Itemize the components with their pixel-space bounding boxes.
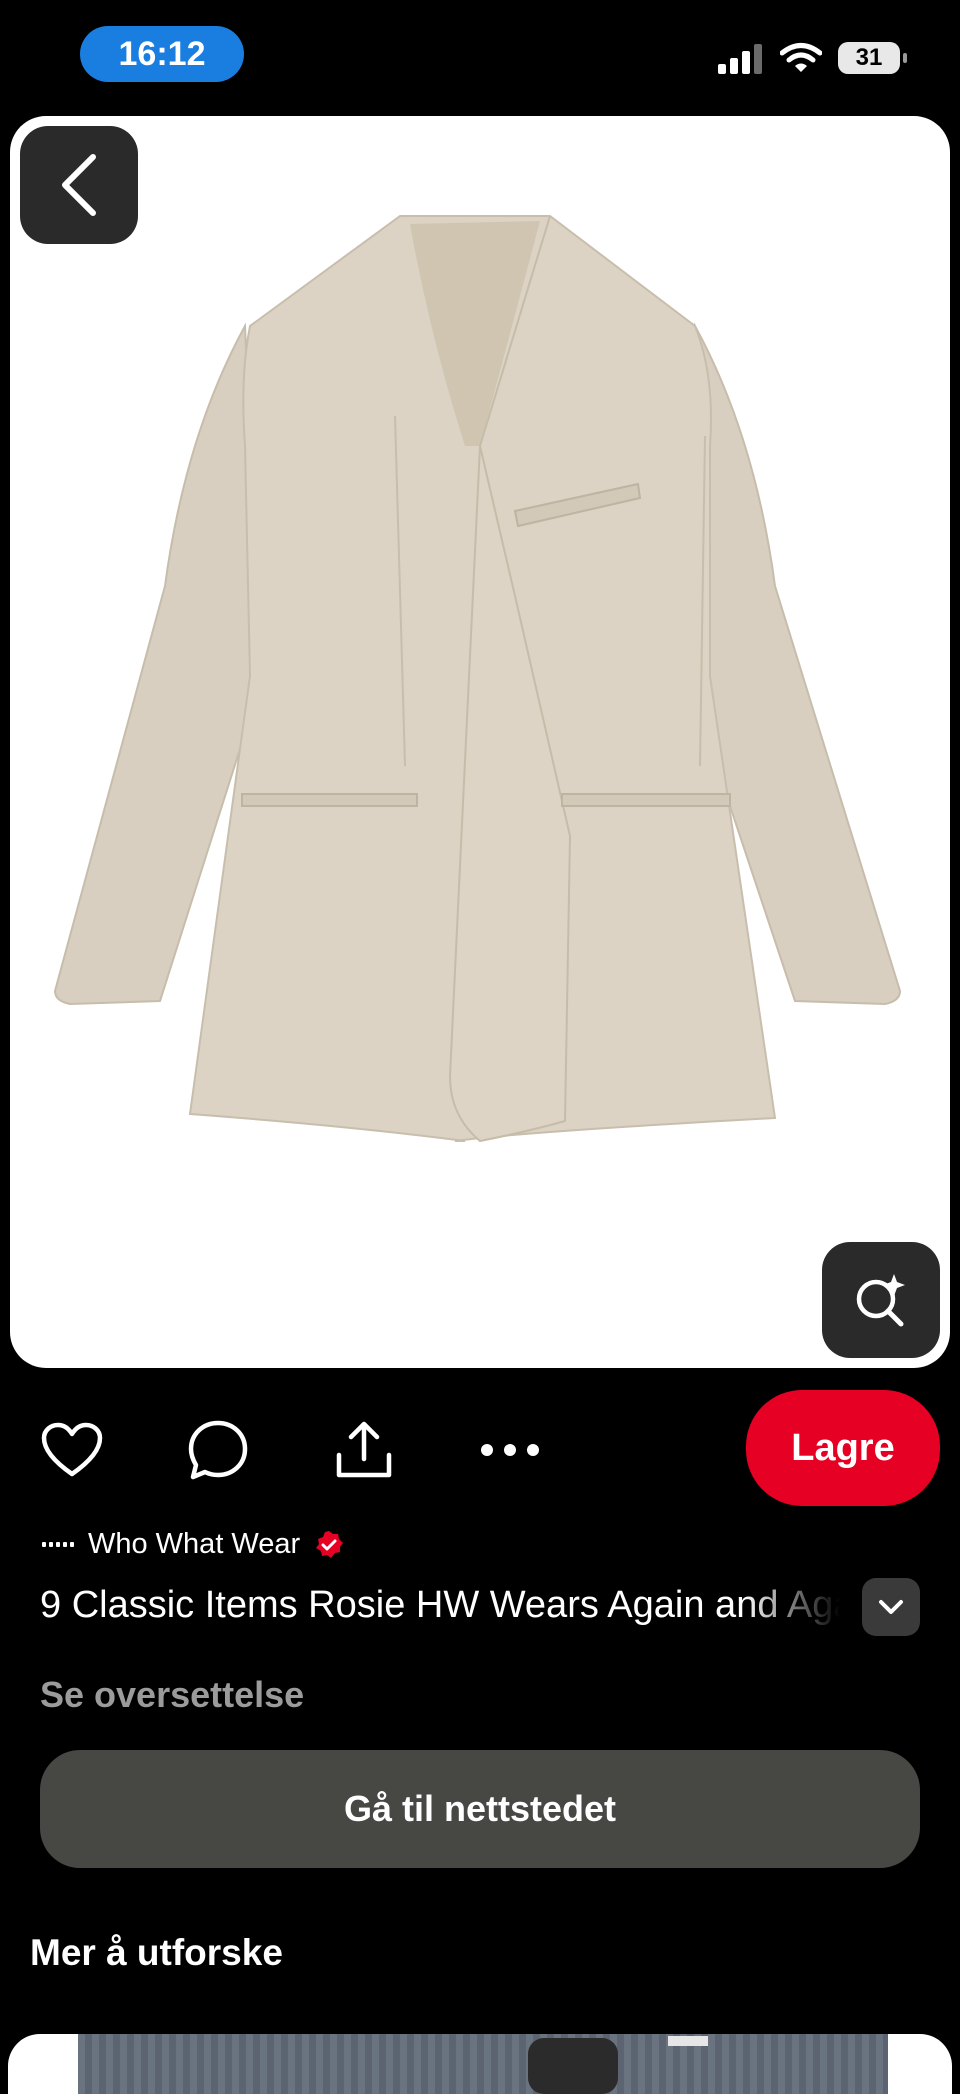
chevron-left-icon — [62, 154, 96, 216]
comment-icon — [188, 1420, 248, 1480]
source-logo-icon — [42, 1540, 74, 1550]
visual-search-button[interactable] — [822, 1242, 940, 1358]
status-icons: 31 — [718, 40, 907, 76]
expand-title-button[interactable] — [862, 1578, 920, 1636]
battery-icon: 31 — [838, 42, 907, 74]
comment-button[interactable] — [182, 1414, 254, 1486]
pin-source[interactable]: Who What Wear — [42, 1528, 344, 1561]
visit-website-button[interactable]: Gå til nettstedet — [40, 1750, 920, 1868]
status-time: 16:12 — [80, 26, 244, 82]
share-icon — [336, 1421, 392, 1478]
visual-search-icon — [856, 1274, 905, 1327]
save-button[interactable]: Lagre — [746, 1390, 940, 1506]
action-row — [36, 1414, 620, 1486]
signal-icon — [718, 44, 762, 74]
more-icon — [481, 1444, 539, 1456]
pin-title: 9 Classic Items Rosie HW Wears Again and… — [40, 1584, 840, 1626]
translate-link[interactable]: Se oversettelse — [40, 1674, 304, 1716]
like-button[interactable] — [36, 1414, 108, 1486]
verified-icon — [316, 1530, 344, 1558]
related-pin-preview[interactable] — [8, 2034, 952, 2094]
chevron-down-icon — [879, 1600, 903, 1614]
related-pin-image — [78, 2034, 888, 2094]
more-options-button[interactable] — [474, 1414, 546, 1486]
source-name: Who What Wear — [88, 1528, 301, 1560]
pin-image[interactable] — [10, 116, 950, 1368]
heart-icon — [41, 1422, 103, 1477]
explore-heading: Mer å utforske — [30, 1932, 283, 1973]
blazer-image — [53, 215, 902, 1143]
back-button[interactable] — [20, 126, 138, 244]
share-button[interactable] — [328, 1414, 400, 1486]
wifi-icon — [780, 43, 822, 72]
